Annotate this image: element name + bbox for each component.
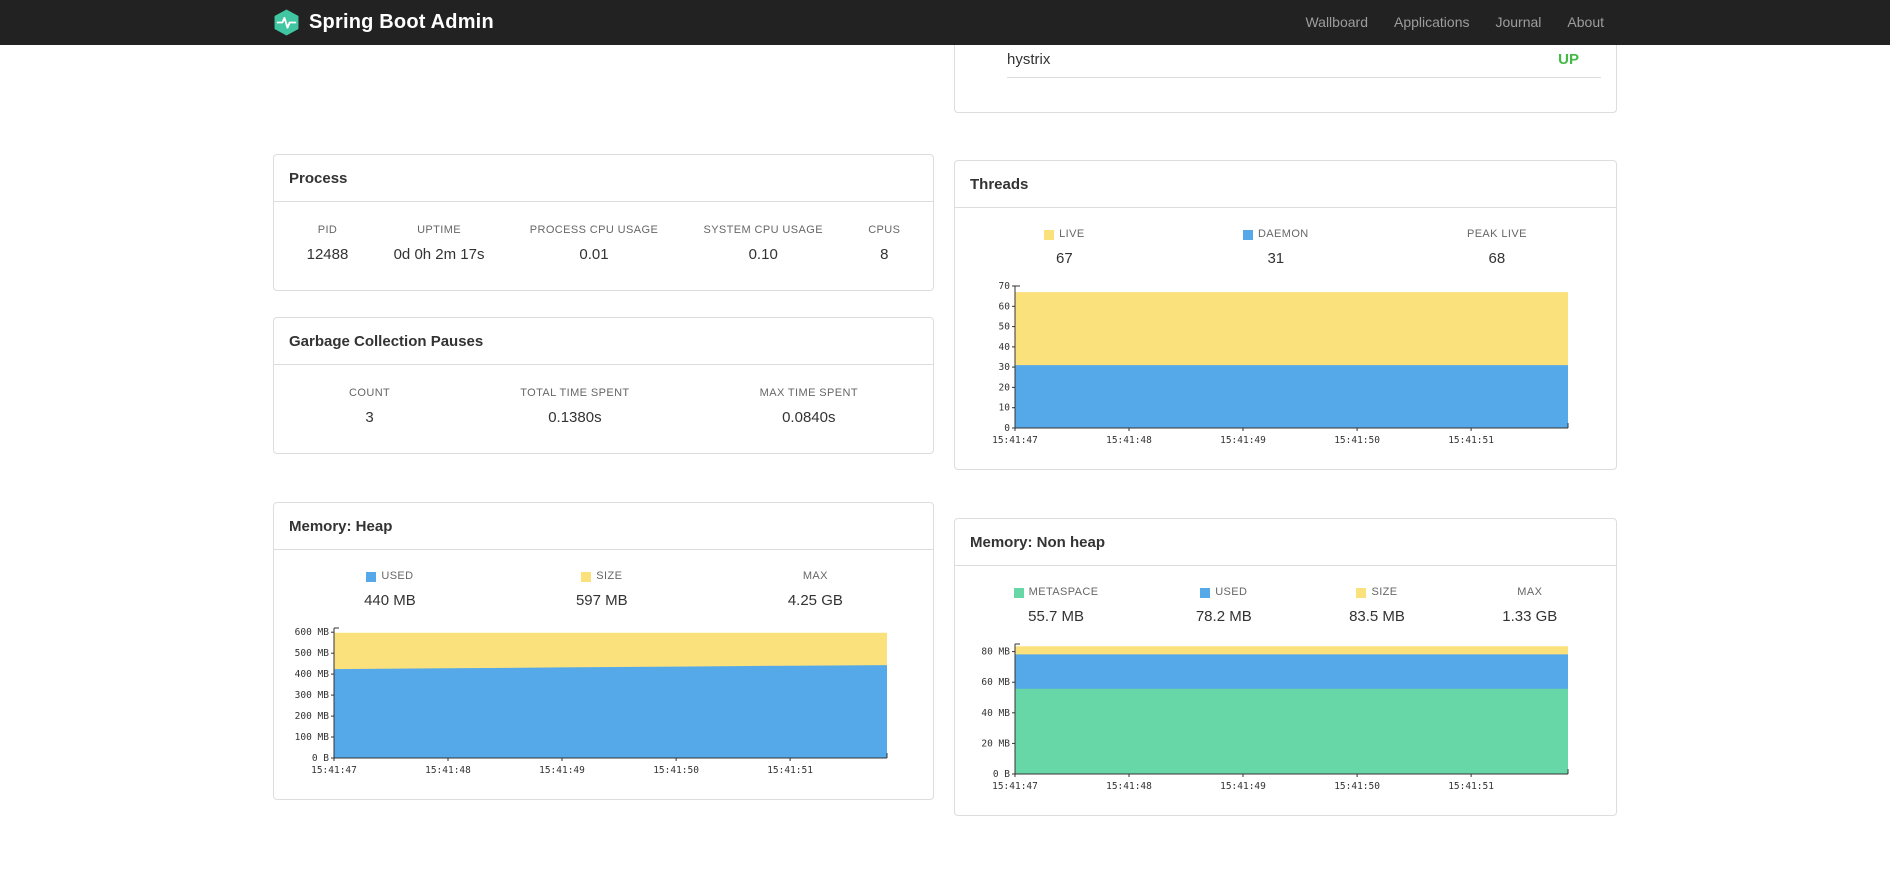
used-swatch — [366, 571, 377, 582]
main-content: Process PID 12488 UPTIME 0d 0h 2m 17s PR… — [273, 45, 1617, 816]
svg-text:15:41:49: 15:41:49 — [539, 765, 585, 776]
threads-chart: 0 10 20 30 40 50 60 70 15:41:47 15:41:48 15:41:49 1… — [992, 281, 1569, 446]
metric-gc-max-time: MAX TIME SPENT 0.0840s — [759, 387, 858, 426]
metric-uptime: UPTIME 0d 0h 2m 17s — [393, 224, 485, 263]
svg-text:15:41:49: 15:41:49 — [1220, 781, 1266, 792]
svg-text:10: 10 — [999, 403, 1011, 414]
gc-panel: Garbage Collection Pauses COUNT 3 TOTAL … — [273, 317, 934, 454]
svg-text:15:41:50: 15:41:50 — [1334, 781, 1380, 792]
svg-text:40: 40 — [999, 342, 1011, 353]
threads-legend: LIVE 67 DAEMON 31 PEAK LIVE 68 — [955, 208, 1616, 278]
threads-panel: Threads LIVE 67 DAEMON 31 PEAK LIVE 68 0… — [954, 160, 1617, 470]
memory-nonheap-chart: 0 B 20 MB 40 MB 60 MB 80 MB 15:41:47 15:41:48 1… — [981, 643, 1569, 792]
memory-heap-panel-title: Memory: Heap — [274, 503, 933, 550]
size-swatch — [1356, 587, 1367, 598]
metric-pid: PID 12488 — [306, 224, 349, 263]
memory-nonheap-panel: Memory: Non heap METASPACE 55.7 MB USED … — [954, 518, 1617, 816]
legend-peak-live: PEAK LIVE 68 — [1466, 228, 1527, 267]
legend-heap-size: SIZE 597 MB — [575, 570, 628, 609]
application-name[interactable]: hystrix — [1007, 51, 1050, 68]
svg-text:15:41:51: 15:41:51 — [1448, 435, 1494, 446]
nav-link-wallboard[interactable]: Wallboard — [1292, 0, 1381, 45]
metric-cpus: CPUS 8 — [868, 224, 901, 263]
svg-text:15:41:48: 15:41:48 — [1106, 781, 1152, 792]
svg-text:500 MB: 500 MB — [295, 648, 330, 659]
metaspace-swatch — [1013, 587, 1024, 598]
left-column: Process PID 12488 UPTIME 0d 0h 2m 17s PR… — [273, 154, 934, 800]
spring-boot-admin-logo-icon — [273, 9, 300, 36]
svg-text:100 MB: 100 MB — [295, 732, 330, 743]
memory-nonheap-chart-wrap: 0 B 20 MB 40 MB 60 MB 80 MB 15:41:47 15:41:48 1… — [955, 636, 1616, 815]
threads-panel-title: Threads — [955, 161, 1616, 208]
svg-text:300 MB: 300 MB — [295, 690, 330, 701]
navbar-links: Wallboard Applications Journal About — [1292, 0, 1617, 45]
metric-process-cpu-usage: PROCESS CPU USAGE 0.01 — [529, 224, 659, 263]
svg-text:15:41:47: 15:41:47 — [992, 781, 1038, 792]
memory-nonheap-legend: METASPACE 55.7 MB USED 78.2 MB SIZE 83.5… — [955, 566, 1616, 636]
gc-panel-title: Garbage Collection Pauses — [274, 318, 933, 365]
svg-text:15:41:49: 15:41:49 — [1220, 435, 1266, 446]
navbar-inner: Spring Boot Admin Wallboard Applications… — [273, 0, 1617, 45]
brand-title: Spring Boot Admin — [309, 11, 494, 33]
svg-text:50: 50 — [999, 322, 1011, 333]
memory-heap-chart-wrap: 0 B 100 MB 200 MB 300 MB 400 MB 500 MB 600 MB 1… — [274, 620, 933, 799]
svg-text:15:41:47: 15:41:47 — [311, 765, 357, 776]
threads-chart-wrap: 0 10 20 30 40 50 60 70 15:41:47 15:41:48 15:41:49 1… — [955, 278, 1616, 469]
application-row-hystrix[interactable]: hystrix UP — [1007, 45, 1601, 78]
svg-text:80 MB: 80 MB — [981, 647, 1010, 658]
memory-heap-chart: 0 B 100 MB 200 MB 300 MB 400 MB 500 MB 600 MB 1… — [295, 627, 888, 776]
legend-nonheap-used: USED 78.2 MB — [1195, 586, 1252, 625]
legend-heap-used: USED 440 MB — [364, 570, 416, 609]
process-panel-title: Process — [274, 155, 933, 202]
metric-gc-total-time: TOTAL TIME SPENT 0.1380s — [520, 387, 630, 426]
memory-heap-legend: USED 440 MB SIZE 597 MB MAX 4.25 GB — [274, 550, 933, 620]
svg-text:15:41:48: 15:41:48 — [425, 765, 471, 776]
daemon-swatch — [1242, 229, 1253, 240]
used-swatch — [1200, 587, 1211, 598]
status-up-badge: UP — [1558, 51, 1579, 68]
svg-text:30: 30 — [999, 362, 1011, 373]
gc-metrics: COUNT 3 TOTAL TIME SPENT 0.1380s MAX TIM… — [274, 365, 933, 453]
legend-heap-max: MAX 4.25 GB — [787, 570, 843, 609]
svg-text:0 B: 0 B — [312, 753, 329, 764]
legend-live: LIVE 67 — [1044, 228, 1084, 268]
nav-link-journal[interactable]: Journal — [1482, 0, 1554, 45]
svg-text:60: 60 — [999, 301, 1011, 312]
legend-nonheap-max: MAX 1.33 GB — [1502, 586, 1558, 625]
svg-text:70: 70 — [999, 281, 1011, 292]
svg-text:40 MB: 40 MB — [981, 708, 1010, 719]
svg-text:60 MB: 60 MB — [981, 677, 1010, 688]
nav-link-applications[interactable]: Applications — [1381, 0, 1483, 45]
top-navbar: Spring Boot Admin Wallboard Applications… — [0, 0, 1890, 45]
svg-text:15:41:51: 15:41:51 — [1448, 781, 1494, 792]
svg-text:15:41:47: 15:41:47 — [992, 435, 1038, 446]
svg-text:200 MB: 200 MB — [295, 711, 330, 722]
legend-nonheap-size: SIZE 83.5 MB — [1349, 586, 1405, 625]
svg-text:15:41:48: 15:41:48 — [1106, 435, 1152, 446]
svg-text:15:41:50: 15:41:50 — [1334, 435, 1380, 446]
svg-text:600 MB: 600 MB — [295, 627, 330, 638]
live-swatch — [1044, 229, 1055, 240]
svg-text:0: 0 — [1004, 423, 1010, 434]
size-swatch — [581, 571, 592, 582]
svg-text:0 B: 0 B — [993, 769, 1010, 780]
svg-text:15:41:51: 15:41:51 — [767, 765, 813, 776]
memory-heap-panel: Memory: Heap USED 440 MB SIZE 597 MB MAX… — [273, 502, 934, 800]
memory-nonheap-panel-title: Memory: Non heap — [955, 519, 1616, 566]
nav-link-about[interactable]: About — [1554, 0, 1617, 45]
right-column: hystrix UP Threads LIVE 67 DAEMON 31 PEA… — [954, 45, 1617, 816]
svg-text:20 MB: 20 MB — [981, 738, 1010, 749]
brand-link[interactable]: Spring Boot Admin — [273, 9, 494, 36]
legend-daemon: DAEMON 31 — [1242, 228, 1309, 268]
process-metrics: PID 12488 UPTIME 0d 0h 2m 17s PROCESS CP… — [274, 202, 933, 290]
metric-gc-count: COUNT 3 — [349, 387, 391, 426]
metric-system-cpu-usage: SYSTEM CPU USAGE 0.10 — [703, 224, 823, 263]
svg-text:400 MB: 400 MB — [295, 669, 330, 680]
applications-status-panel: hystrix UP — [954, 45, 1617, 113]
svg-text:20: 20 — [999, 382, 1011, 393]
svg-text:15:41:50: 15:41:50 — [653, 765, 699, 776]
legend-metaspace: METASPACE 55.7 MB — [1013, 586, 1099, 626]
process-panel: Process PID 12488 UPTIME 0d 0h 2m 17s PR… — [273, 154, 934, 291]
